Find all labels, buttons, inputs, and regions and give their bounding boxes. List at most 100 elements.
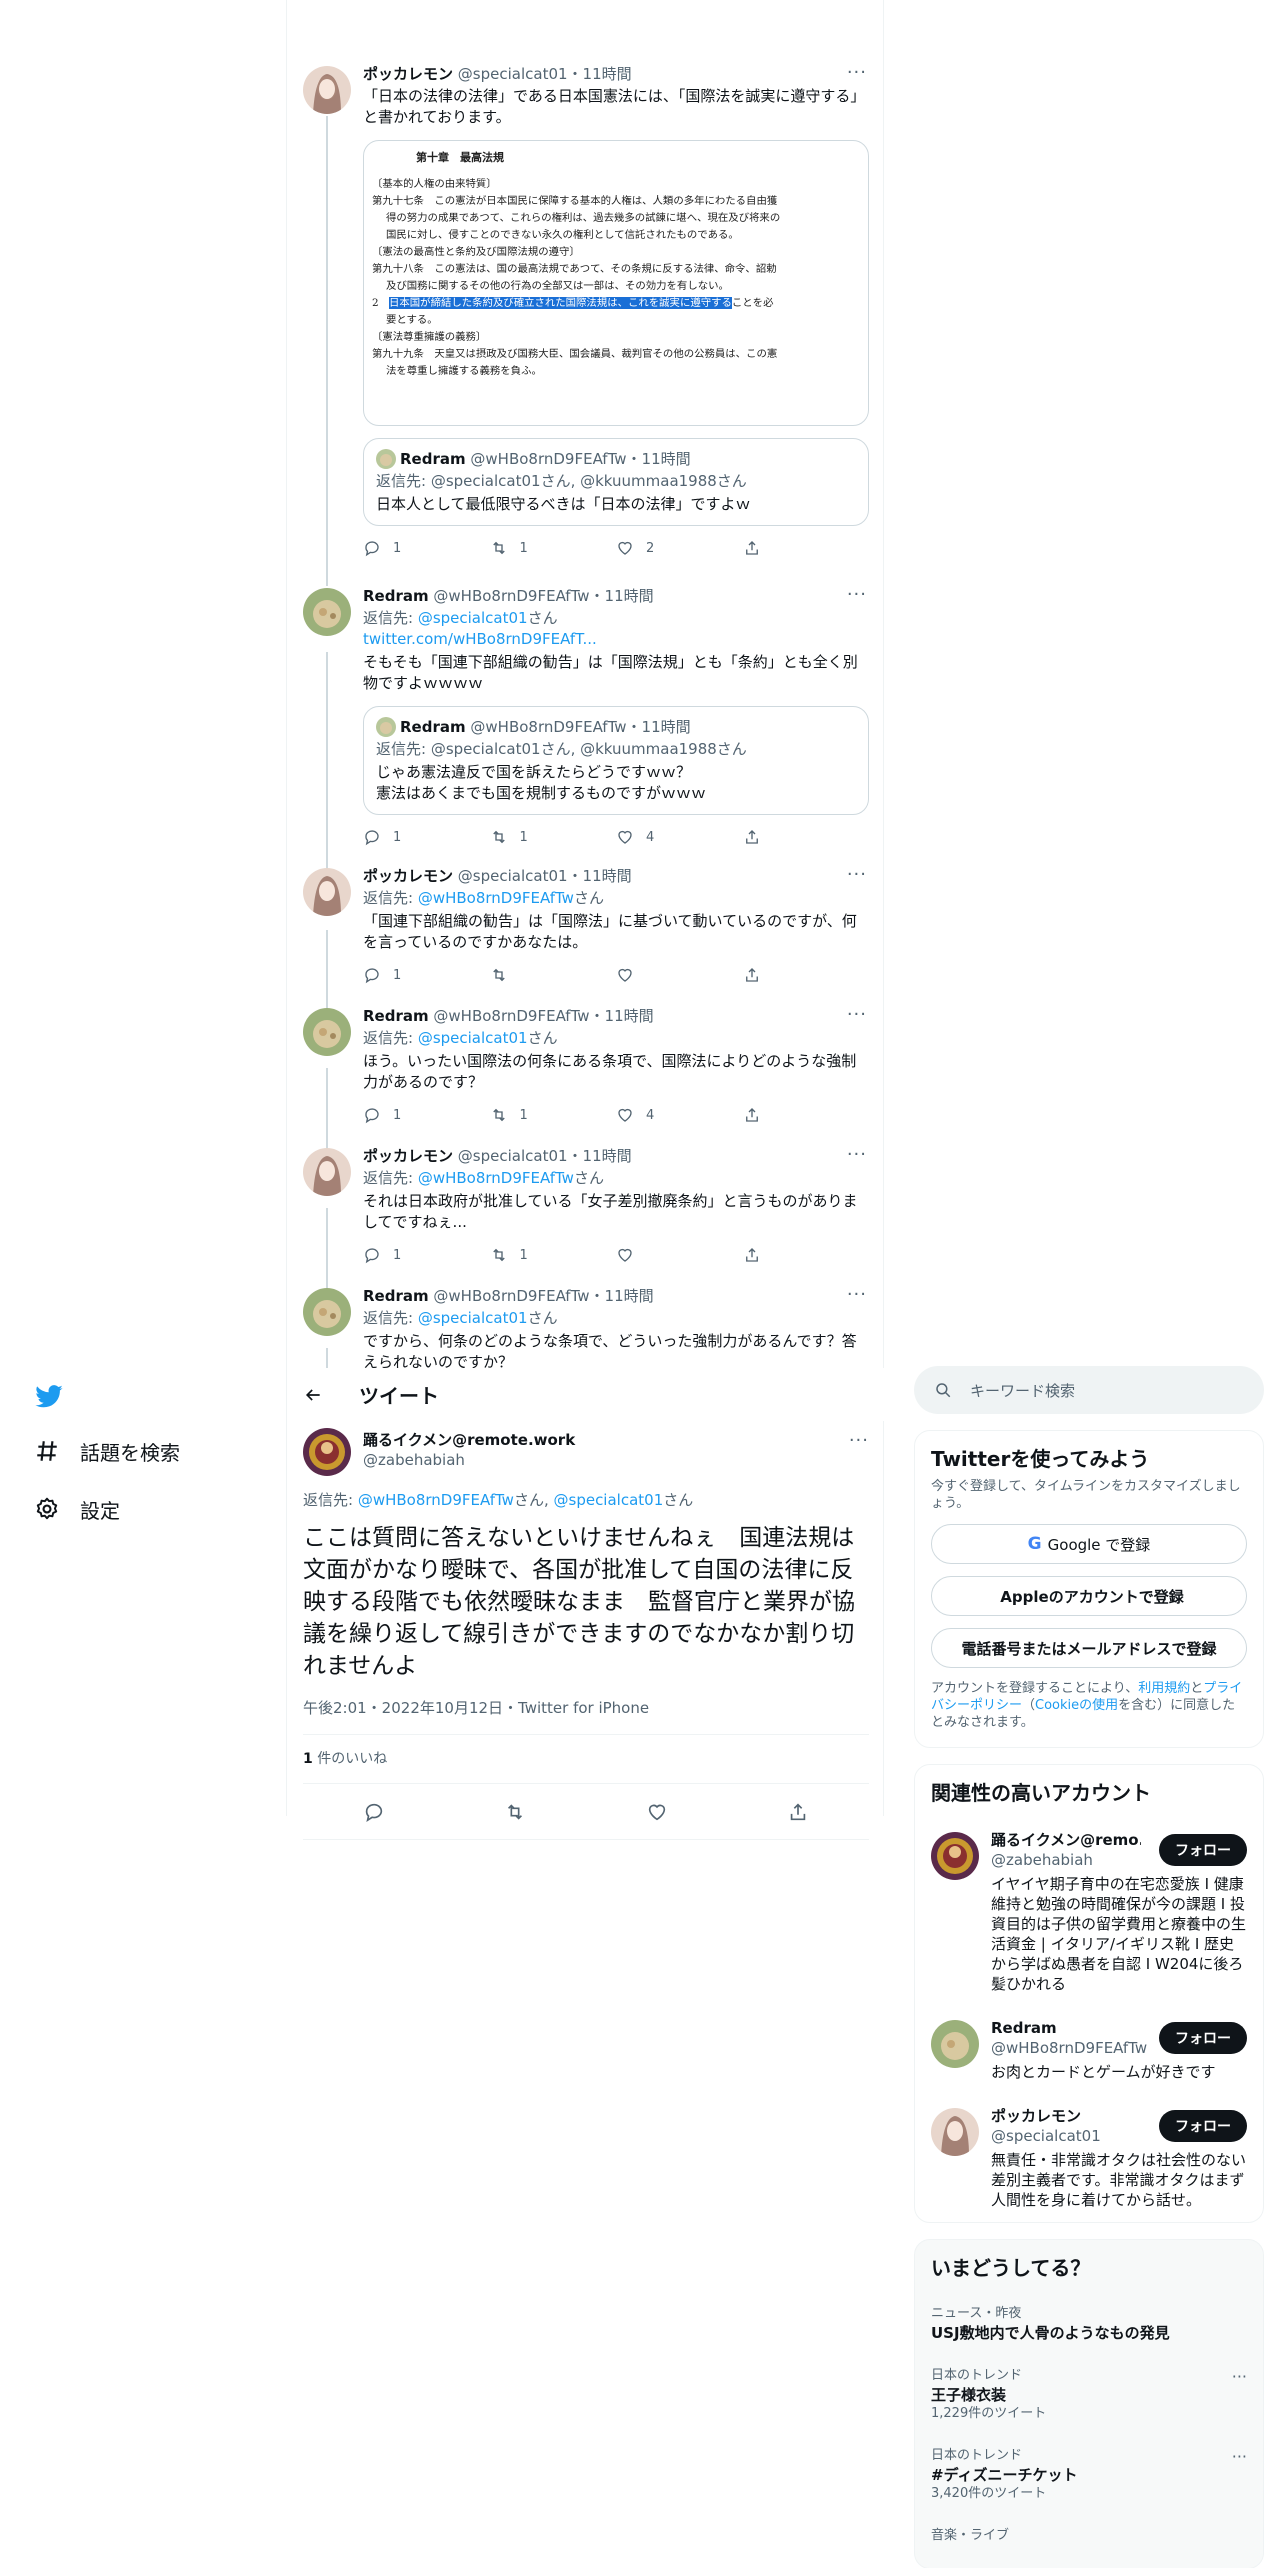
retweet-button[interactable]: 1 xyxy=(490,1105,617,1125)
share-icon[interactable] xyxy=(787,1801,809,1823)
more-options-icon[interactable]: ··· xyxy=(1232,2367,1247,2386)
retweet-button[interactable]: 1 xyxy=(490,1245,617,1265)
display-name[interactable]: Redram xyxy=(363,587,429,605)
account-item[interactable]: フォロー 踊るイクメン@remo... @zabehabiah イヤイヤ期子育中… xyxy=(915,1818,1263,2006)
account-name[interactable]: 踊るイクメン@remo... xyxy=(991,1830,1141,1850)
reply-icon[interactable] xyxy=(363,1801,385,1823)
display-name[interactable]: ポッカレモン xyxy=(363,65,453,83)
like-button[interactable] xyxy=(616,965,743,985)
retweet-button[interactable]: 1 xyxy=(490,538,617,558)
reply-button[interactable]: 1 xyxy=(363,965,490,985)
mention-link[interactable]: @specialcat01 xyxy=(418,1309,528,1327)
avatar[interactable] xyxy=(303,66,351,114)
tweet-link[interactable]: twitter.com/wHBo8rnD9FEAfT... xyxy=(363,629,869,650)
google-signup-button[interactable]: G Google で登録 xyxy=(931,1524,1247,1564)
retweet-icon[interactable] xyxy=(504,1801,526,1823)
avatar[interactable] xyxy=(931,2020,979,2068)
display-name[interactable]: ポッカレモン xyxy=(363,867,453,885)
account-name[interactable]: ポッカレモン xyxy=(991,2106,1141,2126)
timestamp[interactable]: ・11時間 xyxy=(590,587,654,605)
handle[interactable]: @zabehabiah xyxy=(363,1450,575,1470)
terms-link[interactable]: 利用規約 xyxy=(1138,1681,1190,1696)
timestamp[interactable]: ・11時間 xyxy=(568,1147,632,1165)
cookie-link[interactable]: Cookieの使用 xyxy=(1035,1698,1118,1713)
reply-button[interactable]: 1 xyxy=(363,827,490,847)
avatar[interactable] xyxy=(303,1148,351,1196)
avatar[interactable] xyxy=(303,588,351,636)
share-button[interactable] xyxy=(743,538,870,558)
mention-link[interactable]: @wHBo8rnD9FEAfTw xyxy=(418,889,574,907)
timestamp[interactable]: ・11時間 xyxy=(590,1007,654,1025)
avatar[interactable] xyxy=(931,2108,979,2156)
account-name[interactable]: Redram xyxy=(991,2018,1141,2038)
avatar[interactable] xyxy=(303,1288,351,1336)
trend-item[interactable]: ··· 日本のトレンド 王子様衣装 1,229件のツイート xyxy=(915,2355,1263,2435)
phone-signup-button[interactable]: 電話番号またはメールアドレスで登録 xyxy=(931,1628,1247,1668)
more-options-icon[interactable]: ··· xyxy=(847,1146,867,1164)
more-options-icon[interactable]: ··· xyxy=(847,1006,867,1024)
avatar[interactable] xyxy=(931,1832,979,1880)
share-button[interactable] xyxy=(743,827,870,847)
avatar[interactable] xyxy=(303,868,351,916)
mention-link[interactable]: @specialcat01 xyxy=(418,609,528,627)
display-name[interactable]: 踊るイクメン@remote.work xyxy=(363,1430,575,1450)
search-input[interactable]: キーワード検索 xyxy=(914,1366,1264,1414)
share-button[interactable] xyxy=(743,1105,870,1125)
retweet-button[interactable] xyxy=(490,965,617,985)
display-name[interactable]: ポッカレモン xyxy=(363,1147,453,1165)
back-arrow-icon[interactable] xyxy=(303,1385,323,1405)
likes-summary[interactable]: 1 件のいいね xyxy=(303,1735,869,1784)
more-options-icon[interactable]: ··· xyxy=(849,1432,869,1450)
more-options-icon[interactable]: ··· xyxy=(847,64,867,82)
more-options-icon[interactable]: ··· xyxy=(847,586,867,604)
reply-button[interactable]: 1 xyxy=(363,1245,490,1265)
handle[interactable]: @specialcat01 xyxy=(458,1147,568,1165)
nav-explore[interactable]: 話題を検索 xyxy=(0,1422,286,1480)
mention-link[interactable]: @specialcat01 xyxy=(418,1029,528,1047)
like-button[interactable]: 4 xyxy=(616,1105,743,1125)
tweet-image[interactable]: 第十章 最高法規 〔基本的人権の由来特質〕 第九十七条 この憲法が日本国民に保障… xyxy=(363,140,869,426)
follow-button[interactable]: フォロー xyxy=(1159,2022,1247,2054)
twitter-logo[interactable] xyxy=(0,1370,286,1422)
trend-item[interactable]: ニュース・昨夜 USJ敷地内で人骨のようなもの発見 xyxy=(915,2293,1263,2355)
nav-settings[interactable]: 設定 xyxy=(0,1480,286,1538)
follow-button[interactable]: フォロー xyxy=(1159,2110,1247,2142)
trend-item[interactable]: 音楽・ライブ xyxy=(915,2515,1263,2557)
quoted-tweet[interactable]: Redram @wHBo8rnD9FEAfTw ・11時間 返信先: @speci… xyxy=(363,438,869,526)
mention-link[interactable]: @specialcat01 xyxy=(554,1491,664,1509)
avatar[interactable] xyxy=(303,1428,351,1476)
handle[interactable]: @specialcat01 xyxy=(458,65,568,83)
account-item[interactable]: フォロー ポッカレモン @specialcat01 無責任・非常識オタクは社会性… xyxy=(915,2094,1263,2222)
mention-link[interactable]: @wHBo8rnD9FEAfTw xyxy=(358,1491,514,1509)
quoted-tweet[interactable]: Redram @wHBo8rnD9FEAfTw ・11時間 返信先: @speci… xyxy=(363,706,869,815)
trend-item[interactable]: ··· 日本のトレンド #ディズニーチケット 3,420件のツイート xyxy=(915,2435,1263,2515)
like-button[interactable]: 2 xyxy=(616,538,743,558)
tweet-meta[interactable]: 午後2:01・2022年10月12日・Twitter for iPhone xyxy=(303,1698,869,1735)
timestamp[interactable]: ・11時間 xyxy=(568,65,632,83)
more-options-icon[interactable]: ··· xyxy=(1232,2447,1247,2466)
mention-link[interactable]: @wHBo8rnD9FEAfTw xyxy=(418,1169,574,1187)
more-options-icon[interactable]: ··· xyxy=(847,1286,867,1304)
heart-icon[interactable] xyxy=(646,1801,668,1823)
account-item[interactable]: フォロー Redram @wHBo8rnD9FEAfTw お肉とカードとゲームが… xyxy=(915,2006,1263,2094)
handle[interactable]: @wHBo8rnD9FEAfTw xyxy=(433,1287,589,1305)
display-name[interactable]: Redram xyxy=(363,1287,429,1305)
timestamp[interactable]: ・11時間 xyxy=(568,867,632,885)
more-options-icon[interactable]: ··· xyxy=(847,866,867,884)
reply-button[interactable]: 1 xyxy=(363,538,490,558)
handle[interactable]: @specialcat01 xyxy=(458,867,568,885)
retweet-button[interactable]: 1 xyxy=(490,827,617,847)
handle[interactable]: @wHBo8rnD9FEAfTw xyxy=(433,1007,589,1025)
timestamp[interactable]: ・11時間 xyxy=(590,1287,654,1305)
display-name[interactable]: Redram xyxy=(363,1007,429,1025)
share-button[interactable] xyxy=(743,965,870,985)
like-button[interactable]: 4 xyxy=(616,827,743,847)
thread-tweet[interactable]: Redram @wHBo8rnD9FEAfTw・11時間 返信先: @speci… xyxy=(287,1286,885,1368)
like-button[interactable] xyxy=(616,1245,743,1265)
avatar[interactable] xyxy=(303,1008,351,1056)
handle[interactable]: @wHBo8rnD9FEAfTw xyxy=(433,587,589,605)
follow-button[interactable]: フォロー xyxy=(1159,1834,1247,1866)
share-button[interactable] xyxy=(743,1245,870,1265)
apple-signup-button[interactable]: Appleのアカウントで登録 xyxy=(931,1576,1247,1616)
reply-button[interactable]: 1 xyxy=(363,1105,490,1125)
